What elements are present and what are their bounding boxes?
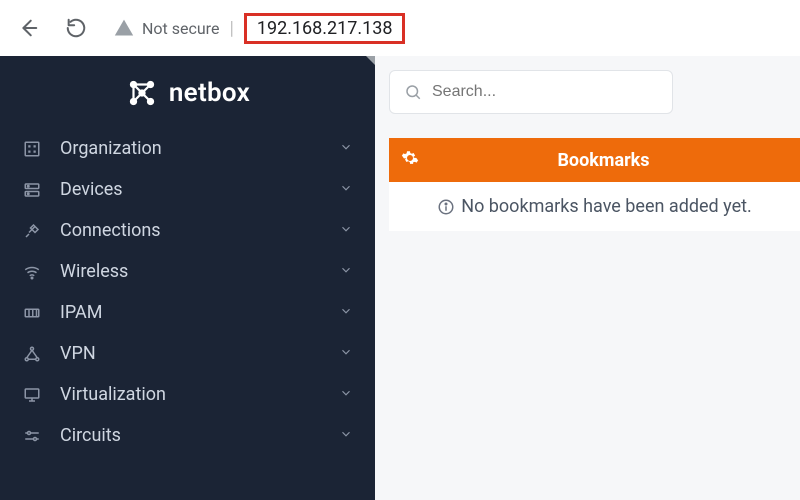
brand-name: netbox (169, 78, 250, 108)
sidebar-item-wireless[interactable]: Wireless (0, 251, 375, 292)
info-icon (437, 198, 455, 216)
panel-header: Bookmarks (389, 138, 800, 182)
chevron-down-icon (339, 343, 353, 364)
bookmarks-panel: Bookmarks No bookmarks have been added y… (389, 138, 800, 231)
sidebar-item-organization[interactable]: Organization (0, 128, 375, 169)
building-icon (22, 140, 42, 158)
panel-body: No bookmarks have been added yet. (389, 182, 800, 231)
empty-state-text: No bookmarks have been added yet. (461, 196, 752, 217)
sidebar-item-label: Virtualization (60, 384, 321, 405)
sidebar-item-label: Wireless (60, 261, 321, 282)
panel-title: Bookmarks (419, 150, 788, 171)
chevron-down-icon (339, 302, 353, 323)
browser-toolbar: Not secure | 192.168.217.138 (0, 0, 800, 56)
chevron-down-icon (339, 138, 353, 159)
sidebar-item-vpn[interactable]: VPN (0, 333, 375, 374)
sidebar-item-ipam[interactable]: IPAM (0, 292, 375, 333)
sidebar-collapse-handle[interactable] (366, 56, 375, 65)
chevron-down-icon (339, 425, 353, 446)
search-input[interactable] (432, 83, 658, 101)
graph-icon (22, 345, 42, 363)
sidebar-item-circuits[interactable]: Circuits (0, 415, 375, 456)
sidebar-item-label: Circuits (60, 425, 321, 446)
main-content: Bookmarks No bookmarks have been added y… (375, 56, 800, 500)
sidebar-item-label: Organization (60, 138, 321, 159)
warning-icon (114, 18, 134, 38)
sidebar-item-label: Connections (60, 220, 321, 241)
sidebar-item-label: Devices (60, 179, 321, 200)
chevron-down-icon (339, 220, 353, 241)
search-icon (404, 83, 422, 101)
sidebar-item-label: VPN (60, 343, 321, 364)
address-divider: | (229, 18, 233, 39)
brand-logo[interactable]: netbox (0, 66, 375, 128)
search-box[interactable] (389, 70, 673, 114)
sidebar: netbox Organization Devices Connections … (0, 56, 375, 500)
netbox-logo-icon (125, 76, 159, 110)
circuit-icon (22, 427, 42, 445)
monitor-icon (22, 386, 42, 404)
url-display[interactable]: 192.168.217.138 (244, 13, 406, 44)
back-button[interactable] (10, 10, 46, 46)
chevron-down-icon (339, 384, 353, 405)
not-secure-label: Not secure (142, 19, 219, 38)
gear-icon[interactable] (401, 149, 419, 172)
sidebar-item-virtualization[interactable]: Virtualization (0, 374, 375, 415)
sidebar-item-devices[interactable]: Devices (0, 169, 375, 210)
reload-button[interactable] (58, 10, 94, 46)
wifi-icon (22, 263, 42, 281)
chevron-down-icon (339, 179, 353, 200)
sidebar-item-connections[interactable]: Connections (0, 210, 375, 251)
sidebar-item-label: IPAM (60, 302, 321, 323)
address-bar[interactable]: Not secure | 192.168.217.138 (106, 13, 790, 44)
security-indicator[interactable]: Not secure (114, 18, 219, 38)
plug-icon (22, 222, 42, 240)
counter-icon (22, 304, 42, 322)
chevron-down-icon (339, 261, 353, 282)
server-icon (22, 181, 42, 199)
